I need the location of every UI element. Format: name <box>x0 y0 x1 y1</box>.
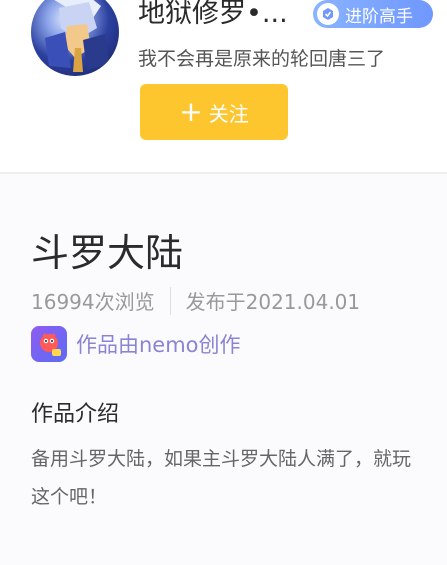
level-badge-icon <box>317 3 339 25</box>
author-header: 地狱修罗•... 进阶高手 我不会再是原来的轮回唐三了 + 关注 <box>0 0 447 172</box>
intro-text: 备用斗罗大陆，如果主斗罗大陆人满了，就玩这个吧！ <box>31 448 412 508</box>
work-detail-page: 地狱修罗•... 进阶高手 我不会再是原来的轮回唐三了 + 关注 斗罗大陆 16… <box>0 0 447 565</box>
avatar-image <box>45 0 109 72</box>
author-avatar[interactable] <box>31 0 119 76</box>
author-name[interactable]: 地狱修罗•... <box>138 0 288 34</box>
creator-label: 作品由nemo创作 <box>76 333 241 357</box>
level-badge: 进阶高手 <box>313 0 433 28</box>
work-title: 斗罗大陆 <box>31 231 184 275</box>
publish-date: 发布于2021.04.01 <box>185 290 361 314</box>
creator-link[interactable]: 作品由nemo创作 <box>31 326 241 362</box>
work-meta: 16994次浏览 发布于2021.04.01 <box>31 286 360 315</box>
follow-button[interactable]: + 关注 <box>140 84 288 140</box>
view-count: 16994次浏览 <box>31 290 155 314</box>
work-info: 斗罗大陆 16994次浏览 发布于2021.04.01 作品由nemo创作 作品… <box>0 174 447 565</box>
intro-heading: 作品介绍 <box>31 402 120 427</box>
author-bio: 我不会再是原来的轮回唐三了 <box>138 48 386 70</box>
follow-button-label: 关注 <box>208 101 249 126</box>
meta-separator <box>169 286 171 315</box>
nemo-app-icon <box>31 326 67 362</box>
level-badge-label: 进阶高手 <box>345 6 413 27</box>
plus-icon: + <box>179 95 203 128</box>
